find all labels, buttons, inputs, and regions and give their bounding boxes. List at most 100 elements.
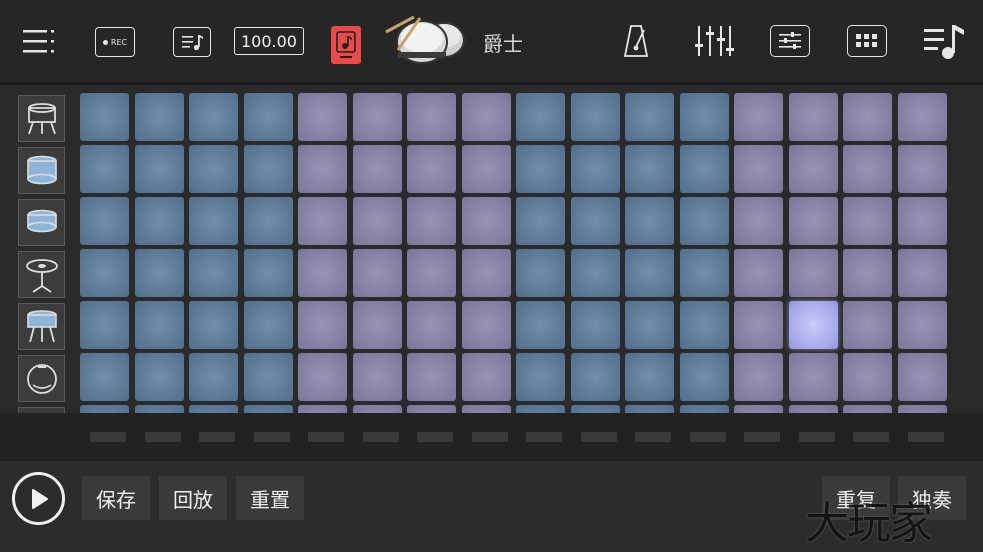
- pad[interactable]: [788, 249, 838, 297]
- pad[interactable]: [134, 405, 184, 413]
- pad[interactable]: [625, 405, 674, 413]
- pad[interactable]: [461, 93, 511, 141]
- hi-tom-icon[interactable]: [18, 95, 65, 142]
- pad[interactable]: [407, 353, 456, 401]
- pad[interactable]: [734, 405, 783, 413]
- pad[interactable]: [625, 197, 674, 245]
- pad[interactable]: [897, 301, 947, 349]
- play-button[interactable]: [12, 472, 65, 525]
- pad[interactable]: [243, 93, 293, 141]
- pad[interactable]: [570, 353, 620, 401]
- sheet-music-icon[interactable]: [173, 27, 211, 57]
- pad[interactable]: [788, 405, 838, 413]
- pad[interactable]: [516, 93, 565, 141]
- pad[interactable]: [843, 93, 892, 141]
- pad[interactable]: [407, 405, 456, 413]
- pad[interactable]: [570, 145, 620, 193]
- pad[interactable]: [461, 249, 511, 297]
- pad[interactable]: [516, 249, 565, 297]
- pad[interactable]: [679, 405, 729, 413]
- pad[interactable]: [407, 301, 456, 349]
- pad[interactable]: [625, 301, 674, 349]
- pad[interactable]: [407, 249, 456, 297]
- pad[interactable]: [80, 301, 129, 349]
- pad[interactable]: [352, 353, 402, 401]
- pad[interactable]: [734, 93, 783, 141]
- pad[interactable]: [897, 405, 947, 413]
- pad[interactable]: [843, 197, 892, 245]
- pad[interactable]: [298, 249, 347, 297]
- pad[interactable]: [352, 145, 402, 193]
- pad[interactable]: [80, 405, 129, 413]
- pad[interactable]: [407, 197, 456, 245]
- pad[interactable]: [189, 93, 238, 141]
- pad[interactable]: [298, 197, 347, 245]
- mixer-icon[interactable]: [693, 23, 735, 59]
- pad[interactable]: [843, 249, 892, 297]
- pad[interactable]: [734, 145, 783, 193]
- reset-button[interactable]: 重置: [236, 476, 304, 520]
- pad[interactable]: [897, 93, 947, 141]
- pad[interactable]: [625, 353, 674, 401]
- tom-icon[interactable]: [18, 303, 65, 350]
- pad[interactable]: [461, 145, 511, 193]
- save-button[interactable]: 保存: [82, 476, 150, 520]
- pad[interactable]: [134, 145, 184, 193]
- pad[interactable]: [298, 353, 347, 401]
- pad[interactable]: [80, 93, 129, 141]
- playback-button[interactable]: 回放: [159, 476, 227, 520]
- pad[interactable]: [134, 301, 184, 349]
- bpm-field[interactable]: 100.00: [234, 27, 304, 55]
- pad[interactable]: [516, 197, 565, 245]
- menu-icon[interactable]: [20, 26, 58, 58]
- pad[interactable]: [897, 197, 947, 245]
- pad[interactable]: [516, 145, 565, 193]
- note-icon[interactable]: [331, 26, 361, 64]
- pad[interactable]: [352, 93, 402, 141]
- pad[interactable]: [189, 301, 238, 349]
- pad[interactable]: [625, 93, 674, 141]
- pad[interactable]: [189, 197, 238, 245]
- pad[interactable]: [80, 197, 129, 245]
- pad[interactable]: [352, 249, 402, 297]
- playlist-icon[interactable]: [921, 21, 967, 61]
- pad[interactable]: [189, 353, 238, 401]
- record-button[interactable]: REC: [95, 27, 135, 57]
- pad[interactable]: [679, 197, 729, 245]
- pad[interactable]: [80, 145, 129, 193]
- pad[interactable]: [298, 145, 347, 193]
- pad[interactable]: [788, 197, 838, 245]
- pad[interactable]: [298, 405, 347, 413]
- pad[interactable]: [516, 301, 565, 349]
- pad[interactable]: [243, 197, 293, 245]
- pad[interactable]: [352, 405, 402, 413]
- metronome-icon[interactable]: [622, 22, 650, 60]
- hihat-icon[interactable]: [18, 251, 65, 298]
- pad[interactable]: [243, 145, 293, 193]
- pad[interactable]: [843, 353, 892, 401]
- pad[interactable]: [80, 249, 129, 297]
- pad[interactable]: [352, 197, 402, 245]
- floor-snare-icon[interactable]: [18, 199, 65, 246]
- pad[interactable]: [679, 353, 729, 401]
- pad[interactable]: [788, 93, 838, 141]
- pad[interactable]: [788, 145, 838, 193]
- pad[interactable]: [843, 301, 892, 349]
- pad[interactable]: [461, 301, 511, 349]
- pad[interactable]: [243, 249, 293, 297]
- pad[interactable]: [625, 249, 674, 297]
- pad[interactable]: [734, 353, 783, 401]
- pad[interactable]: [461, 197, 511, 245]
- pad[interactable]: [243, 301, 293, 349]
- pad[interactable]: [134, 93, 184, 141]
- kick-drum-icon[interactable]: [18, 355, 65, 402]
- snare-icon[interactable]: [18, 147, 65, 194]
- pad[interactable]: [243, 353, 293, 401]
- pad[interactable]: [679, 249, 729, 297]
- pad[interactable]: [734, 301, 783, 349]
- pad[interactable]: [570, 93, 620, 141]
- pad[interactable]: [897, 353, 947, 401]
- pad[interactable]: [679, 93, 729, 141]
- pad[interactable]: [189, 405, 238, 413]
- pad[interactable]: [516, 353, 565, 401]
